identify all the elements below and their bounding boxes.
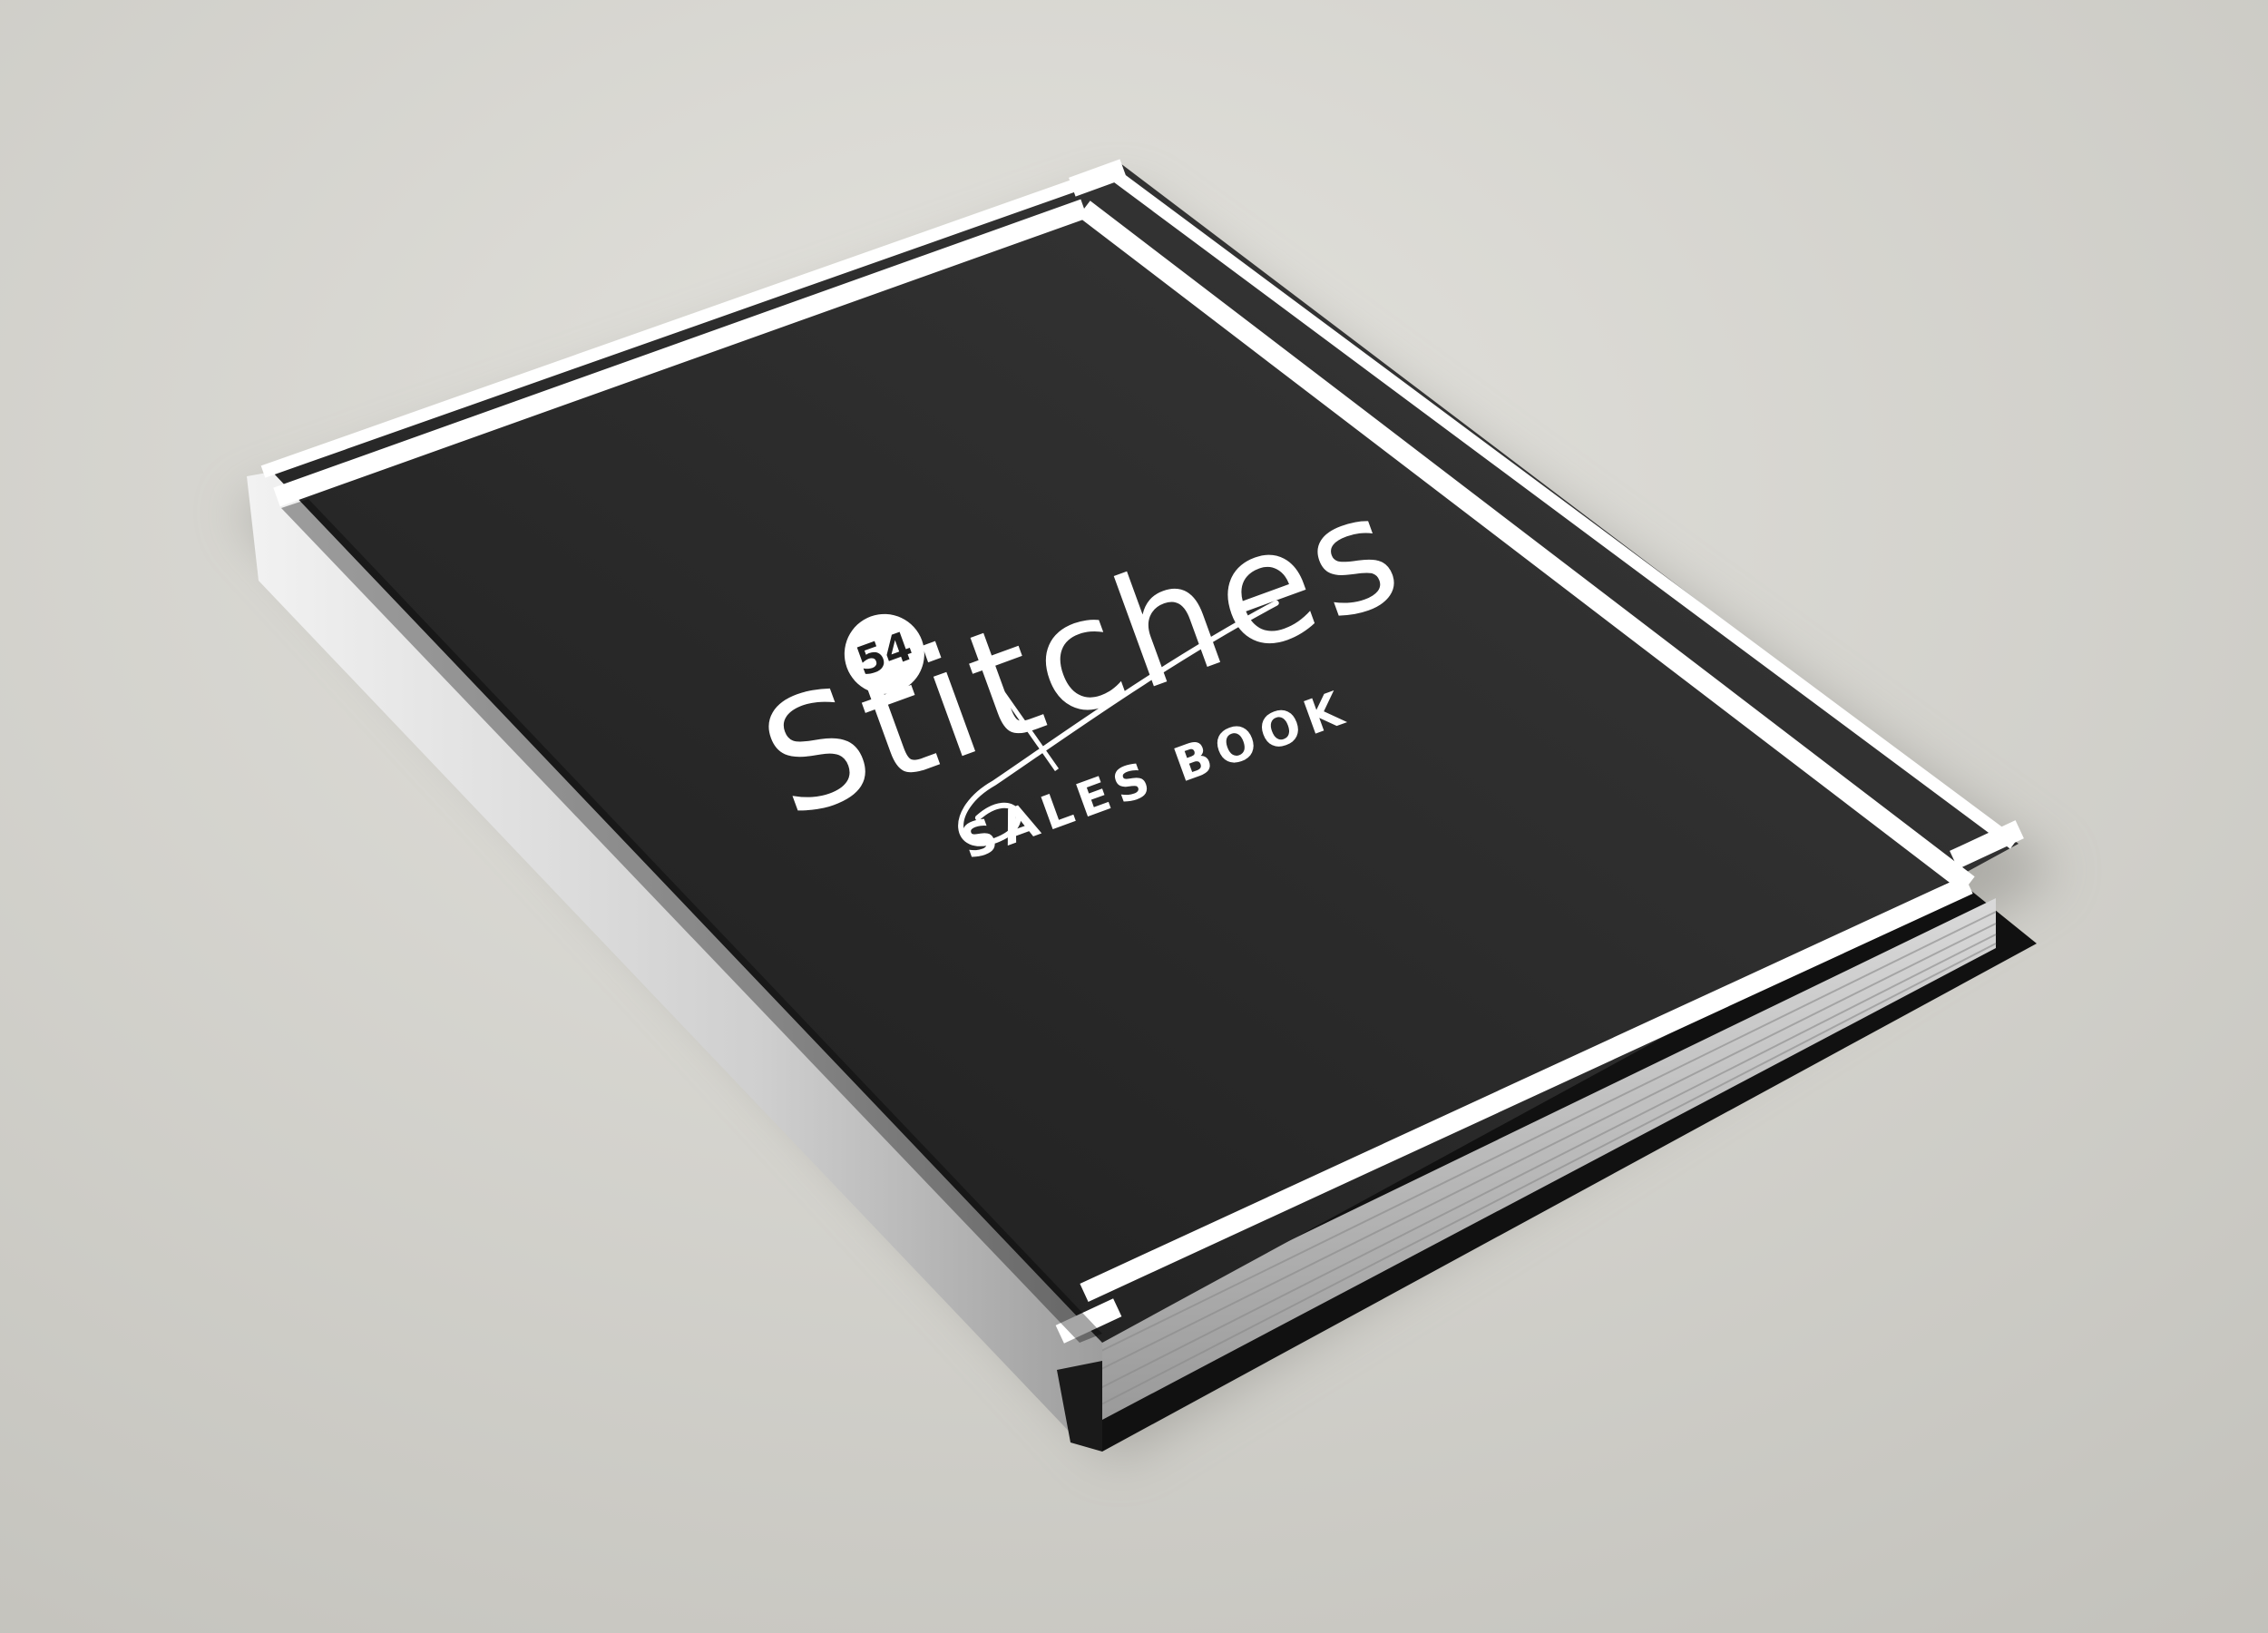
product-mockup-scene: 54 Stitches SALES BOOK [0, 0, 2268, 1633]
